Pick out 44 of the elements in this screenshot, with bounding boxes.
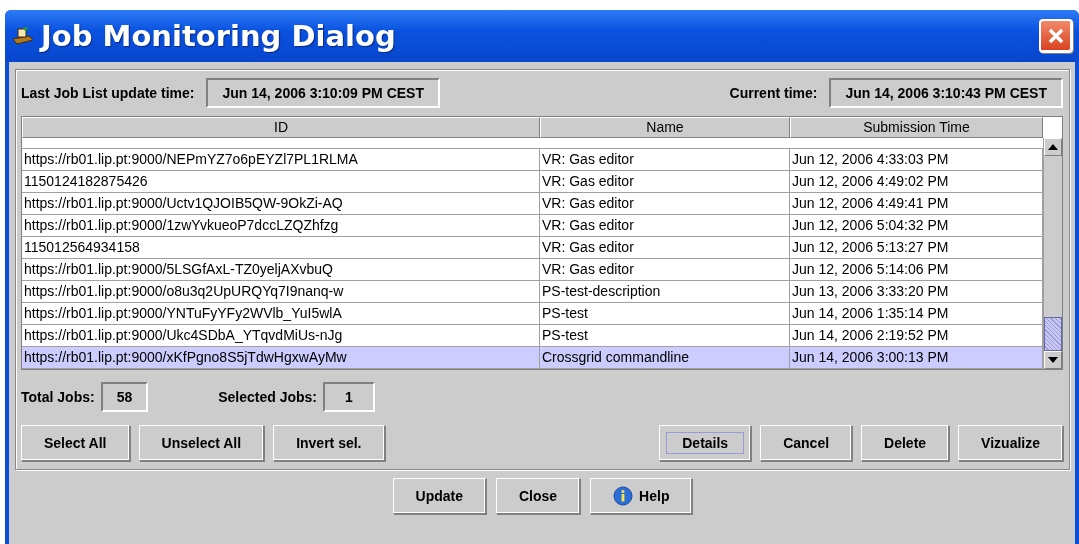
table-cell: Jun 14, 2006 3:00:13 PM: [790, 347, 1043, 369]
table-row[interactable]: https://rb01.lip.pt:9000/YNTuFyYFy2WVlb_YuI5wlA PS-test Jun 14, 2006 1:35:14 PM: [22, 303, 1043, 325]
down-arrow-icon: [1048, 357, 1058, 363]
last-update-label: Last Job List update time:: [21, 85, 195, 101]
column-header[interactable]: Name: [540, 117, 790, 138]
table-row[interactable]: https://rb01.lip.pt:9000/NEPmYZ7o6pEYZl7PL1RLMA VR: Gas editor Jun 12, 2006 4:33:03 PM: [22, 149, 1043, 171]
help-button[interactable]: Help: [590, 478, 693, 514]
table-cell: https://rb01.lip.pt:9000/xKfPgno8S5jTdwHgxwAyMw: [22, 347, 540, 369]
selection-button[interactable]: Unselect All: [138, 425, 265, 461]
info-icon: [613, 486, 634, 506]
table-cell: Crossgrid commandline: [540, 347, 790, 369]
selected-jobs-label: Selected Jobs:: [218, 389, 318, 405]
up-arrow-icon: [1048, 144, 1058, 150]
job-button[interactable]: Details: [659, 425, 752, 461]
job-button[interactable]: Vizualize: [958, 425, 1063, 461]
current-time-field: Jun 14, 2006 3:10:43 PM CEST: [829, 78, 1063, 108]
table-row[interactable]: https://rb01.lip.pt:9000/1zwYvkueoP7dccLZQZhfzg VR: Gas editor Jun 12, 2006 5:04:32 PM: [22, 215, 1043, 237]
dialog-button[interactable]: Update: [392, 478, 486, 514]
job-button[interactable]: Delete: [861, 425, 950, 461]
table-row[interactable]: 1150124182875426 VR: Gas editor Jun 12, 2006 4:49:02 PM: [22, 171, 1043, 193]
table-row[interactable]: https://rb01.lip.pt:9000/Ukc4SDbA_YTqvdMiUs-nJg PS-test Jun 14, 2006 2:19:52 PM: [22, 325, 1043, 347]
app-icon: [11, 26, 35, 46]
table-row[interactable]: https://rb01.lip.pt:9000/xKfPgno8S5jTdwHgxwAyMw Crossgrid commandline Jun 14, 2006 3:00:13 PM: [22, 347, 1043, 369]
table-row[interactable]: https://rb01.lip.pt:9000/5LSGfAxL-TZ0yeljAXvbuQ VR: Gas editor Jun 12, 2006 5:14:06 PM: [22, 259, 1043, 281]
close-button[interactable]: [1039, 19, 1073, 53]
last-update-field: Jun 14, 2006 3:10:09 PM CEST: [206, 78, 440, 108]
column-header[interactable]: ID: [22, 117, 540, 138]
selected-jobs-field: 1: [323, 382, 375, 412]
window-title: Job Monitoring Dialog: [41, 19, 397, 53]
total-jobs-label: Total Jobs:: [21, 389, 95, 405]
scroll-down-button[interactable]: [1044, 351, 1062, 369]
scrollbar-thumb[interactable]: [1044, 317, 1062, 351]
column-header[interactable]: Submission Time: [790, 117, 1043, 138]
close-icon: [1046, 26, 1066, 46]
job-button[interactable]: Cancel: [760, 425, 853, 461]
selection-button[interactable]: Select All: [21, 425, 130, 461]
current-time-label: Current time:: [729, 85, 818, 101]
table-row[interactable]: 115012564934158 VR: Gas editor Jun 12, 2006 5:13:27 PM: [22, 237, 1043, 259]
table-row[interactable]: https://rb01.lip.pt:9000/Uctv1QJOIB5QW-9OkZi-AQ VR: Gas editor Jun 12, 2006 4:49:41 PM: [22, 193, 1043, 215]
scroll-up-button[interactable]: [1044, 138, 1062, 156]
selection-button[interactable]: Invert sel.: [273, 425, 385, 461]
total-jobs-field: 58: [100, 382, 149, 412]
table-row[interactable]: https://rb01.lip.pt:9000/o8u3q2UpURQYq7I9nanq-w PS-test-description Jun 13, 2006 3:33:20 PM: [22, 281, 1043, 303]
dialog-button[interactable]: Close: [496, 478, 581, 514]
